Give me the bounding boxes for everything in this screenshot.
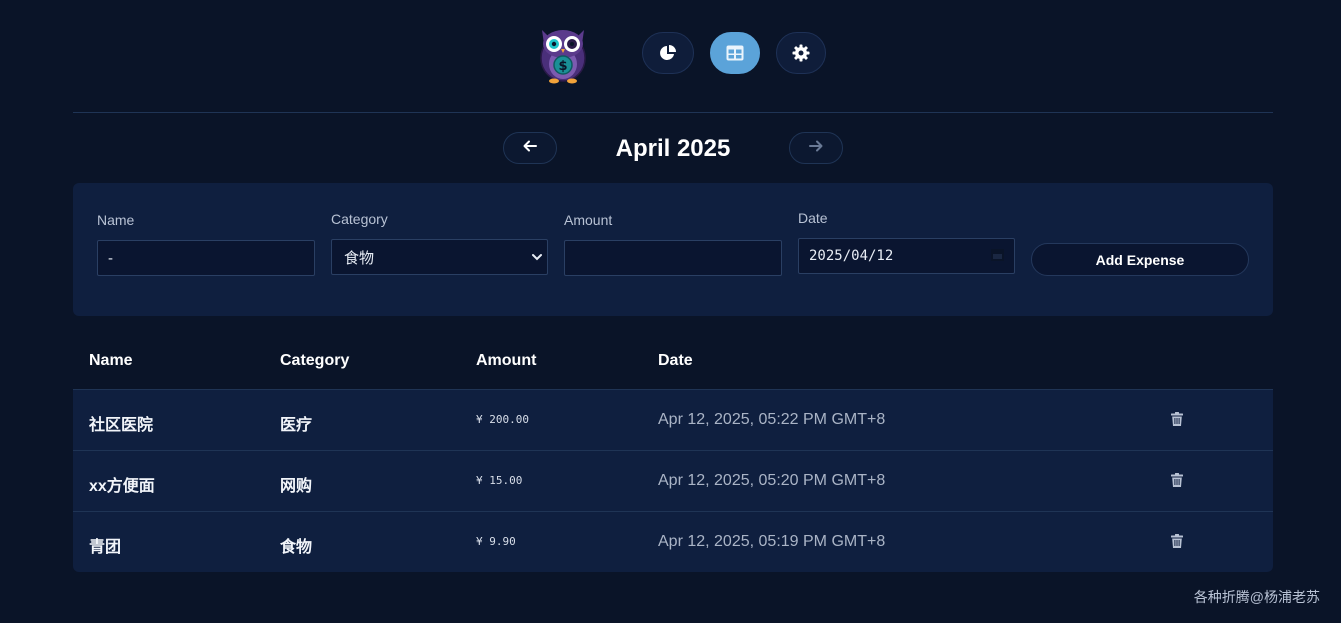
row-amount: ¥ 9.90 [476,535,516,548]
watermark-text: 各种折腾@杨浦老苏 [1193,589,1320,605]
name-input-value: - [108,249,113,267]
row-date: Apr 12, 2025, 05:19 PM GMT+8 [658,533,886,550]
svg-text:$: $ [558,59,567,74]
table-row: 青团 食物 ¥ 9.90 Apr 12, 2025, 05:19 PM GMT+… [73,512,1273,572]
category-label: Category [331,211,388,227]
category-select[interactable]: 食物 [331,239,548,275]
table-row: xx方便面 网购 ¥ 15.00 Apr 12, 2025, 05:20 PM … [73,451,1273,512]
expense-table: Name Category Amount Date 社区医院 医疗 ¥ 200.… [73,332,1273,572]
amount-input[interactable] [564,240,782,276]
app-header: $ [0,0,1341,112]
name-input[interactable]: - [97,240,315,276]
owl-logo: $ [534,24,592,84]
row-category: 医疗 [280,417,313,434]
date-input-value: 2025/04/12 [809,248,894,264]
amount-label: Amount [564,212,613,228]
column-header-amount: Amount [476,352,537,369]
pie-chart-icon [659,44,677,62]
trash-icon[interactable] [1171,412,1183,431]
prev-month-button[interactable] [503,132,557,164]
nav-chart-button[interactable] [642,32,694,74]
row-name: 青团 [89,539,122,556]
column-header-date: Date [658,352,693,369]
column-header-name: Name [89,352,133,369]
row-amount: ¥ 200.00 [476,413,529,426]
gear-icon [792,44,810,62]
trash-icon[interactable] [1171,534,1183,553]
date-input[interactable]: 2025/04/12 [798,238,1015,274]
row-category: 网购 [280,478,313,495]
calendar-icon[interactable] [991,248,1004,265]
arrow-left-icon [523,139,537,157]
add-expense-button[interactable]: Add Expense [1031,243,1249,276]
arrow-right-icon [809,139,823,157]
add-expense-form: Name - Category 食物 Amount Date 2025/04/1… [73,183,1273,316]
nav-settings-button[interactable] [776,32,826,74]
header-divider [73,112,1273,113]
nav-table-button[interactable] [710,32,760,74]
row-date: Apr 12, 2025, 05:22 PM GMT+8 [658,411,886,428]
table-icon [726,45,744,61]
table-row: 社区医院 医疗 ¥ 200.00 Apr 12, 2025, 05:22 PM … [73,390,1273,451]
table-header: Name Category Amount Date [73,332,1273,390]
trash-icon[interactable] [1171,473,1183,492]
month-navigation: April 2025 [0,132,1341,166]
row-name: xx方便面 [89,478,155,495]
row-name: 社区医院 [89,417,154,434]
date-label: Date [798,210,828,226]
name-label: Name [97,212,135,228]
row-date: Apr 12, 2025, 05:20 PM GMT+8 [658,472,886,489]
column-header-category: Category [280,352,350,369]
category-select-value: 食物 [344,249,375,267]
next-month-button[interactable] [789,132,843,164]
row-category: 食物 [280,539,313,556]
month-title: April 2025 [615,135,731,162]
row-amount: ¥ 15.00 [476,474,523,487]
chevron-down-icon [531,249,543,266]
